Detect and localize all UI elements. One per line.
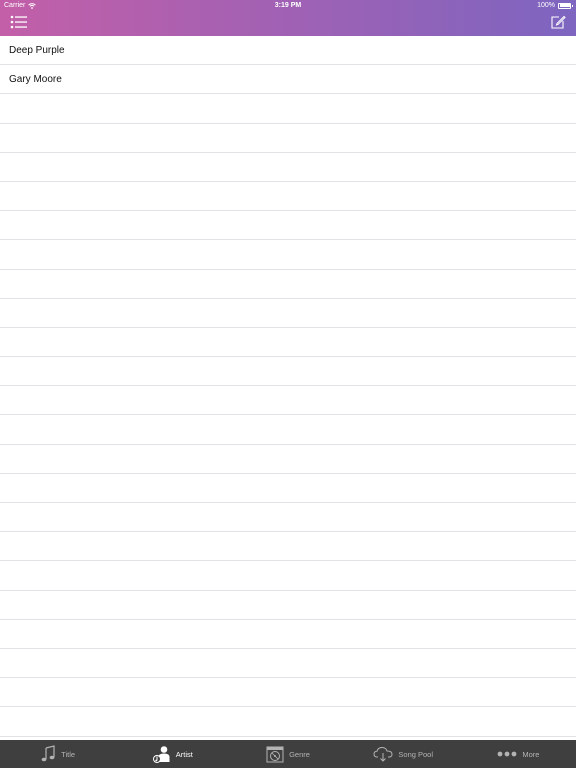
tab-artist[interactable]: Artist bbox=[115, 740, 230, 768]
tab-more[interactable]: More bbox=[461, 740, 576, 768]
artist-name: Deep Purple bbox=[9, 44, 65, 56]
tab-label: More bbox=[522, 749, 540, 759]
tab-label: Song Pool bbox=[398, 749, 434, 759]
empty-row bbox=[0, 182, 576, 212]
empty-row bbox=[0, 328, 576, 358]
empty-row bbox=[0, 503, 576, 533]
tab-label: Artist bbox=[175, 749, 193, 759]
empty-row bbox=[0, 415, 576, 445]
compose-icon bbox=[551, 15, 566, 29]
empty-row bbox=[0, 124, 576, 153]
list-item[interactable]: Deep Purple bbox=[0, 36, 576, 66]
list-menu-button[interactable] bbox=[10, 14, 30, 32]
empty-row bbox=[0, 153, 576, 182]
cloud-download-icon bbox=[373, 746, 393, 762]
empty-row bbox=[0, 357, 576, 387]
empty-row bbox=[0, 240, 576, 270]
empty-row bbox=[0, 445, 576, 474]
genre-icon bbox=[266, 746, 284, 763]
tab-genre[interactable]: Genre bbox=[230, 740, 345, 768]
status-battery: 100% bbox=[537, 2, 573, 9]
empty-row bbox=[0, 299, 576, 328]
empty-row bbox=[0, 591, 576, 620]
music-note-icon bbox=[41, 745, 55, 762]
list-item[interactable]: Gary Moore bbox=[0, 65, 576, 95]
tab-label: Genre bbox=[289, 749, 310, 759]
header-bar: Carrier 3:19 PM 100% bbox=[0, 0, 576, 36]
empty-row bbox=[0, 211, 576, 241]
empty-row bbox=[0, 678, 576, 708]
battery-percent: 100% bbox=[537, 2, 555, 9]
empty-row bbox=[0, 94, 576, 124]
more-icon bbox=[497, 751, 517, 757]
list-icon bbox=[10, 15, 27, 29]
empty-row bbox=[0, 386, 576, 416]
tab-song-pool[interactable]: Song Pool bbox=[346, 740, 461, 768]
empty-row bbox=[0, 532, 576, 562]
artist-name: Gary Moore bbox=[9, 73, 62, 85]
battery-icon bbox=[558, 2, 573, 9]
empty-row bbox=[0, 620, 576, 649]
compose-button[interactable] bbox=[550, 14, 568, 32]
artist-list: Deep Purple Gary Moore bbox=[0, 36, 576, 740]
empty-row bbox=[0, 649, 576, 679]
status-bar: Carrier 3:19 PM 100% bbox=[0, 0, 576, 12]
empty-row bbox=[0, 561, 576, 591]
tab-label: Title bbox=[61, 749, 76, 759]
empty-row bbox=[0, 474, 576, 503]
empty-row bbox=[0, 707, 576, 737]
tab-bar: Title Artist Genre Song Pool More bbox=[0, 740, 576, 768]
empty-row bbox=[0, 270, 576, 299]
status-time: 3:19 PM bbox=[274, 2, 302, 9]
tab-title[interactable]: Title bbox=[0, 740, 115, 768]
artist-icon bbox=[152, 746, 170, 763]
